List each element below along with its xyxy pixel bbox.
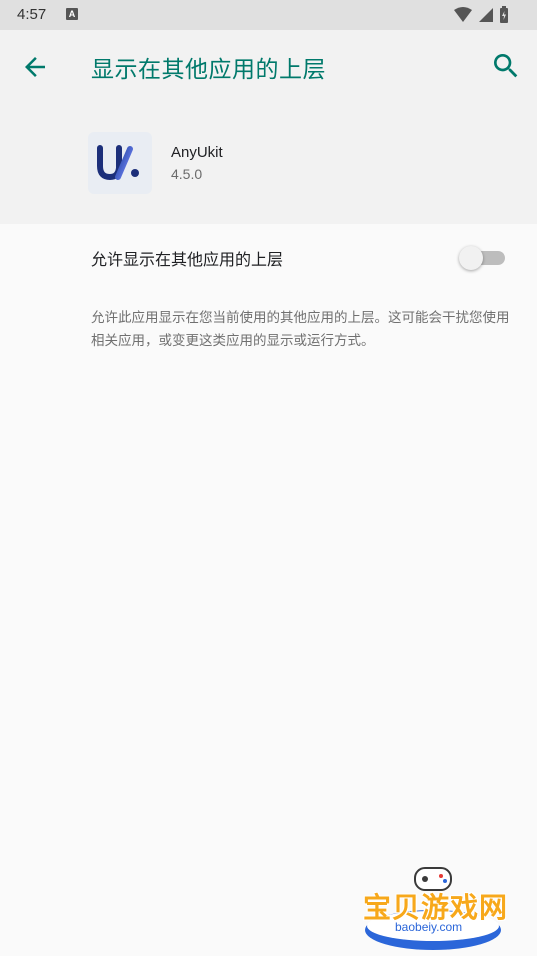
app-header: AnyUkit 4.5.0 (0, 102, 537, 224)
watermark-url: baobeiy.com (395, 920, 463, 934)
page-title: 显示在其他应用的上层 (91, 57, 326, 83)
battery-icon (500, 6, 508, 23)
toggle-thumb (459, 246, 483, 270)
app-name: AnyUkit (171, 144, 223, 161)
permission-description: 允许此应用显示在您当前使用的其他应用的上层。这可能会干扰您使用相关应用，或变更这… (91, 310, 510, 349)
search-button[interactable] (490, 50, 522, 82)
app-bar: 显示在其他应用的上层 (0, 30, 537, 102)
app-logo (88, 132, 152, 194)
signal-icon (479, 8, 493, 22)
anyukit-logo-icon (97, 145, 139, 181)
wifi-icon (454, 7, 472, 22)
overlay-permission-row[interactable]: 允许显示在其他应用的上层 (0, 224, 537, 288)
watermark: 宝贝游戏网 baobeiy.com (355, 862, 515, 956)
search-icon (494, 54, 518, 78)
notification-icon: A (66, 8, 78, 20)
status-bar: 4:57 A (0, 0, 537, 30)
arrow-back-icon (25, 57, 45, 77)
back-button[interactable] (20, 52, 50, 82)
status-time: 4:57 (17, 6, 47, 23)
overlay-permission-toggle[interactable] (459, 245, 507, 270)
overlay-permission-label: 允许显示在其他应用的上层 (91, 250, 284, 269)
status-icons (453, 5, 523, 25)
app-version: 4.5.0 (171, 166, 203, 182)
